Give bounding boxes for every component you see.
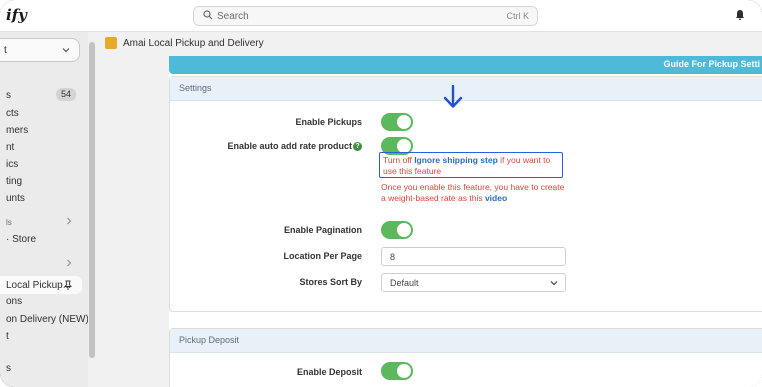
app-title-bar: Amai Local Pickup and Delivery [96,32,762,56]
warning-prefix: Turn off [383,155,415,165]
video-link[interactable]: video [485,193,507,203]
auto-rate-label: Enable auto add rate product? [227,141,362,151]
enable-deposit-label: Enable Deposit [296,367,362,377]
guide-link[interactable]: Guide For Pickup Setti [663,59,760,69]
pickup-deposit-title: Pickup Deposit [179,335,240,345]
settings-panel: Settings Enable Pickups Enable auto add … [169,76,762,312]
arrow-down-icon [443,85,463,108]
pickup-deposit-panel: Pickup Deposit Enable Deposit [169,328,762,387]
shipping-step-warning: Turn off Ignore shipping step if you wan… [379,152,563,178]
pagination-label: Enable Pagination [283,225,362,235]
chevron-right-icon[interactable] [66,259,72,267]
sidebar-item-analytics[interactable]: ics [6,159,18,170]
shopify-logo[interactable]: ify [6,6,27,24]
sidebar-item-customers[interactable]: mers [6,125,28,136]
settings-panel-title: Settings [179,83,212,93]
location-per-page-value: 8 [390,252,396,262]
app-frame: Guide For Pickup Setti Settings Enable P… [169,56,762,387]
sidebar-item-local-pickup[interactable]: Local Pickup... [6,280,71,291]
weight-rate-note: Once you enable this feature, you have t… [381,182,571,204]
chevron-down-icon [550,281,558,286]
enable-deposit-toggle[interactable] [381,362,413,380]
sidebar-subitem[interactable]: t [6,331,9,342]
top-bar: ify Search Ctrl K [0,0,762,32]
pin-icon[interactable] [63,280,73,291]
stores-sort-select[interactable]: Default [381,273,566,292]
stores-sort-label: Stores Sort By [299,277,362,287]
enable-pickups-toggle[interactable] [381,113,413,131]
stores-sort-value: Default [390,278,419,288]
orders-count-badge: 54 [56,88,76,101]
guide-banner[interactable]: Guide For Pickup Setti [169,56,762,74]
sidebar-item-products[interactable]: cts [6,108,19,119]
sidebar-item-discounts[interactable]: unts [6,193,25,204]
sidebar: t s 54 cts mers nt ics ting unts ls · St… [0,32,89,387]
chevron-down-icon [62,48,70,53]
location-per-page-input[interactable]: 8 [381,247,566,266]
note-text: Once you enable this feature, you have t… [381,182,565,203]
pickup-deposit-header: Pickup Deposit [170,329,762,353]
sidebar-subitem[interactable]: on Delivery (NEW) [6,314,89,325]
sidebar-item-orders[interactable]: s [6,90,11,101]
location-per-page-label: Location Per Page [283,251,362,261]
search-shortcut: Ctrl K [506,11,530,21]
search-icon [203,10,213,20]
store-selector-label: t [4,45,7,56]
sidebar-scrollbar-thumb[interactable] [89,42,95,358]
ignore-shipping-link[interactable]: Ignore shipping step [414,155,498,165]
window-frame: ify Search Ctrl K t s 54 cts mers nt ics… [0,0,762,387]
main-content: Amai Local Pickup and Delivery Guide For… [96,32,762,387]
sidebar-item-settings[interactable]: s [6,363,11,374]
search-placeholder: Search [217,11,249,22]
sidebar-section-sales-channels: ls [6,218,12,227]
enable-pickups-label: Enable Pickups [295,117,362,127]
sidebar-item-online-store[interactable]: · Store [6,234,36,245]
search-input[interactable]: Search Ctrl K [193,6,538,26]
app-title: Amai Local Pickup and Delivery [123,38,264,49]
pagination-toggle[interactable] [381,221,413,239]
sidebar-item-content[interactable]: nt [6,142,14,153]
sidebar-subitem[interactable]: ons [6,296,22,307]
bell-icon[interactable] [735,9,745,21]
auto-rate-label-text: Enable auto add rate product [227,141,352,151]
sidebar-item-marketing[interactable]: ting [6,176,22,187]
app-icon [105,37,117,49]
chevron-right-icon[interactable] [66,217,72,225]
store-selector[interactable]: t [0,38,80,62]
settings-panel-header: Settings [170,77,762,101]
help-icon[interactable]: ? [353,142,362,151]
